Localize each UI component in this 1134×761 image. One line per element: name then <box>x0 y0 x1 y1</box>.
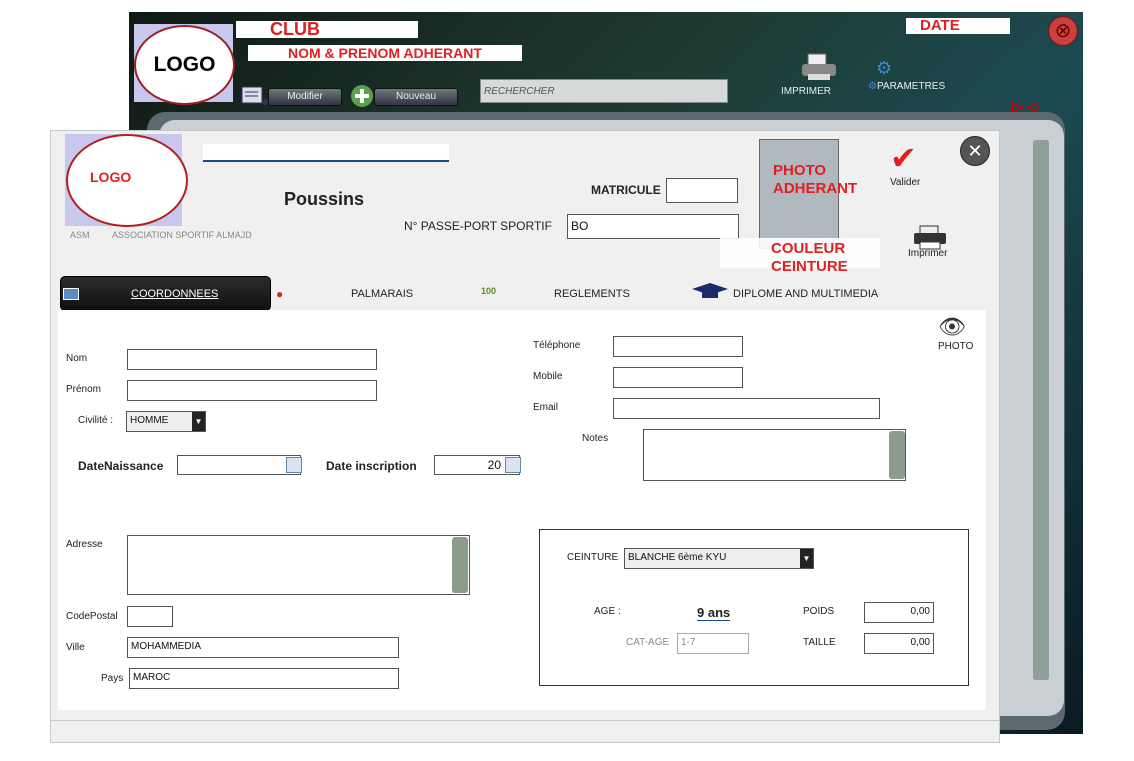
civilite-label: Civilité : <box>78 415 114 426</box>
ville-input[interactable]: MOHAMMEDIA <box>127 637 399 658</box>
medal-icon: ● <box>276 287 284 301</box>
calendar-icon[interactable] <box>505 457 521 473</box>
club-full-name: ASSOCIATION SPORTIF ALMAJD <box>112 230 252 240</box>
dialog-logo: LOGO <box>66 134 188 227</box>
prenom-input[interactable] <box>127 380 377 401</box>
ribbon-bow-icon: ⊳⊲ <box>1010 97 1041 117</box>
tab-diplome-multimedia[interactable]: DIPLOME AND MULTIMEDIA <box>733 288 878 300</box>
taille-input[interactable]: 0,00 <box>864 633 934 654</box>
club-abbrev: ASM <box>70 230 90 240</box>
ville-label: Ville <box>66 642 85 653</box>
date-display: DATE <box>906 18 1010 34</box>
gear-icon[interactable]: ⚙ <box>876 58 892 78</box>
email-label: Email <box>533 402 559 413</box>
mobile-label: Mobile <box>533 371 563 382</box>
date-naissance-input[interactable] <box>177 455 301 475</box>
validate-check-icon[interactable]: ✔ <box>890 142 917 174</box>
date-naissance-label: DateNaissance <box>78 459 164 473</box>
close-main-icon[interactable]: ⊗ <box>1048 16 1078 46</box>
civilite-value: HOMME <box>130 415 169 426</box>
mobile-input[interactable] <box>613 367 743 388</box>
passport-input[interactable]: BO <box>567 214 739 239</box>
calendar-icon[interactable] <box>286 457 302 473</box>
tab-reglements[interactable]: REGLEMENTS <box>554 288 630 300</box>
age-value: 9 ans <box>697 605 731 621</box>
id-card-icon <box>63 288 79 300</box>
photo-placeholder-text: PHOTO ADHERANT <box>773 162 858 197</box>
adresse-textarea[interactable] <box>127 535 470 595</box>
eye-icon[interactable]: 👁 <box>938 316 966 338</box>
modifier-icon[interactable] <box>240 84 270 106</box>
email-input[interactable] <box>613 398 880 419</box>
ceinture-label: CEINTURE <box>567 552 619 563</box>
graduation-cap-icon <box>690 283 730 301</box>
matricule-input[interactable] <box>666 178 738 203</box>
search-input[interactable]: RECHERCHER <box>480 79 728 103</box>
dialog-footer-divider <box>50 720 1000 721</box>
poids-input[interactable]: 0,00 <box>864 602 934 623</box>
tab-palmarais[interactable]: PALMARAIS <box>351 288 413 300</box>
close-dialog-icon[interactable]: ✕ <box>960 136 990 166</box>
valider-button[interactable]: Valider <box>890 177 920 188</box>
matricule-label: MATRICULE <box>591 183 661 197</box>
add-icon[interactable] <box>349 84 375 108</box>
modifier-button[interactable]: Modifier <box>268 88 342 106</box>
nouveau-button[interactable]: Nouveau <box>374 88 458 106</box>
club-logo-text: LOGO <box>153 53 216 76</box>
taille-label: TAILLE <box>803 637 836 648</box>
club-name: CLUB <box>236 20 418 38</box>
tab-coordonnees[interactable]: COORDONNEES <box>60 276 271 311</box>
age-label: AGE : <box>594 606 621 617</box>
printer-icon[interactable] <box>800 52 840 82</box>
parametres-text: PARAMETRES <box>876 81 946 92</box>
telephone-label: Téléphone <box>533 340 581 351</box>
pays-input[interactable]: MAROC <box>129 668 399 689</box>
photo-button[interactable]: PHOTO <box>938 341 973 352</box>
codepostal-label: CodePostal <box>66 611 118 622</box>
dialog-member-name <box>203 144 449 162</box>
nom-label: Nom <box>66 353 88 364</box>
belt-color-text: COULEUR CEINTURE <box>771 240 848 275</box>
ceinture-select[interactable]: BLANCHE 6ème KYU <box>624 548 814 569</box>
pays-label: Pays <box>101 673 124 684</box>
notes-scrollbar[interactable] <box>889 431 905 479</box>
cat-age-input[interactable]: 1-7 <box>677 633 749 654</box>
date-inscription-label: Date inscription <box>326 459 417 473</box>
background-scrollbar[interactable] <box>1033 140 1049 680</box>
imprimer-label[interactable]: IMPRIMER <box>781 86 831 97</box>
adresse-scrollbar[interactable] <box>452 537 468 593</box>
nom-input[interactable] <box>127 349 377 370</box>
passport-label: N° PASSE-PORT SPORTIF <box>404 219 552 233</box>
payment-icon: 100 <box>481 286 497 296</box>
tab-coordonnees-label: COORDONNEES <box>131 288 219 300</box>
cat-age-label: CAT-AGE <box>626 637 670 648</box>
civilite-dropdown-icon[interactable]: ▼ <box>192 412 205 431</box>
club-logo: LOGO <box>134 25 235 105</box>
category-title: Poussins <box>284 189 365 209</box>
prenom-label: Prénom <box>66 384 102 395</box>
parametres-label[interactable]: ⚙PARAMETRES <box>868 81 945 92</box>
member-name: NOM & PRENOM ADHERANT <box>248 45 522 61</box>
telephone-input[interactable] <box>613 336 743 357</box>
adresse-label: Adresse <box>66 539 103 550</box>
notes-textarea[interactable] <box>643 429 906 481</box>
ceinture-value: BLANCHE 6ème KYU <box>628 552 727 563</box>
dialog-logo-text: LOGO <box>90 169 132 185</box>
codepostal-input[interactable] <box>127 606 173 627</box>
poids-label: POIDS <box>803 606 835 617</box>
imprimer-button[interactable]: Imprimer <box>908 248 947 259</box>
notes-label: Notes <box>582 433 609 444</box>
ceinture-dropdown-icon[interactable]: ▼ <box>800 549 813 568</box>
